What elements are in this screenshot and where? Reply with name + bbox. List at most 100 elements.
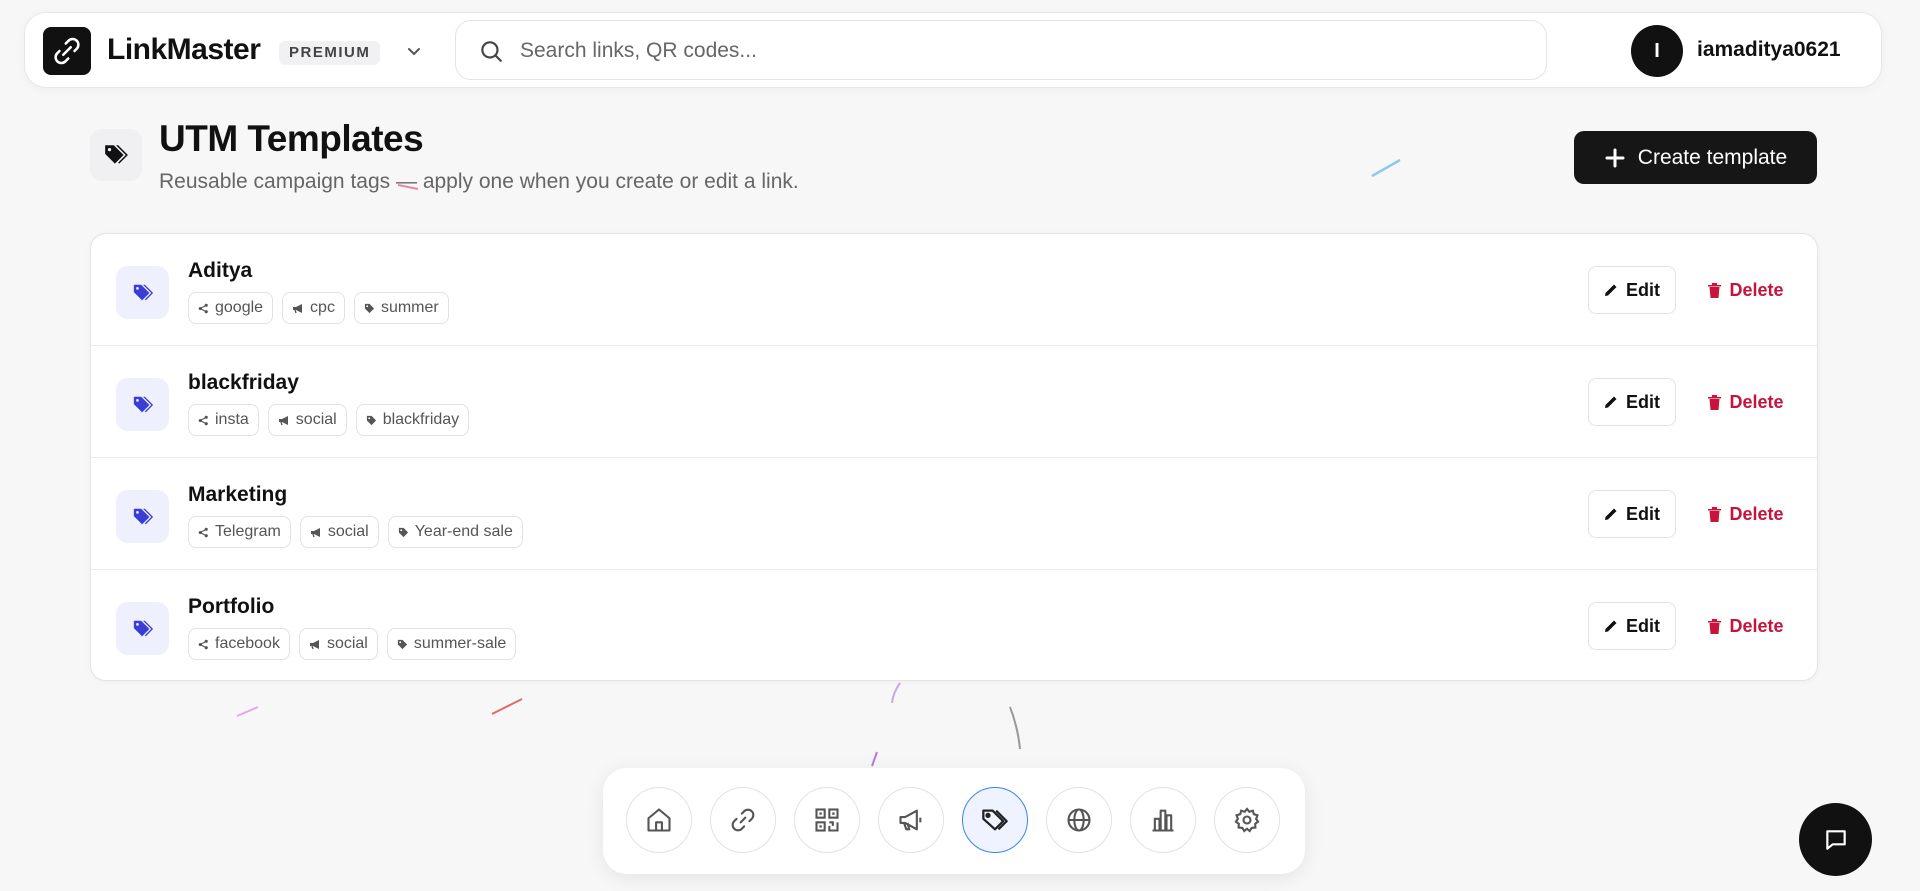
utm-source-chip: google [188,292,274,324]
template-row: blackfriday insta social blackfriday Edi… [91,346,1817,458]
tags-icon [90,129,142,181]
delete-label: Delete [1729,279,1784,300]
dock-utm-templates-button[interactable] [962,787,1028,853]
dock-links-button[interactable] [710,787,776,853]
globe-icon [1067,808,1091,832]
trash-icon [1708,618,1722,634]
edit-label: Edit [1626,503,1660,524]
megaphone-icon [899,809,922,831]
utm-campaign-value: summer-sale [413,635,507,652]
utm-source-chip: facebook [188,628,290,660]
pencil-icon [1605,396,1617,408]
share-icon [198,639,208,649]
template-name: Portfolio [188,595,275,618]
username[interactable]: iamaditya0621 [1697,38,1841,62]
tags-icon [116,378,169,431]
template-row: Portfolio facebook social summer-sale Ed… [91,570,1817,680]
tag-icon [366,415,376,425]
utm-medium-chip: social [299,516,379,548]
home-icon [647,808,671,832]
template-name: Marketing [188,483,288,506]
utm-source-value: facebook [215,635,280,652]
dock-campaigns-button[interactable] [878,787,944,853]
delete-button[interactable]: Delete [1696,490,1796,538]
utm-campaign-chip: summer-sale [386,628,517,660]
delete-button[interactable]: Delete [1696,378,1796,426]
edit-button[interactable]: Edit [1588,602,1676,650]
create-template-button[interactable]: Create template [1574,131,1817,184]
utm-source-chip: Telegram [188,516,291,548]
plus-icon [1605,148,1625,167]
dock-analytics-button[interactable] [1130,787,1196,853]
edit-label: Edit [1626,615,1660,636]
qr-code-icon [815,808,839,832]
utm-medium-chip: social [267,404,347,436]
page-subtitle: Reusable campaign tags — apply one when … [159,170,799,193]
delete-label: Delete [1729,391,1784,412]
utm-source-value: Telegram [215,523,281,540]
utm-campaign-value: summer [380,299,439,316]
template-name: Aditya [188,259,253,282]
utm-source-chip: insta [188,404,259,436]
dock-domains-button[interactable] [1046,787,1112,853]
template-row: Marketing Telegram social Year-end sale … [91,458,1817,570]
share-icon [198,303,208,313]
utm-campaign-chip: blackfriday [355,404,470,436]
tags-icon [116,602,169,655]
page-title: UTM Templates [159,118,424,159]
edit-button[interactable]: Edit [1588,266,1676,314]
utm-campaign-value: Year-end sale [414,523,513,540]
chevron-down-icon[interactable] [407,47,421,57]
utm-campaign-value: blackfriday [382,411,460,428]
delete-label: Delete [1729,615,1784,636]
trash-icon [1708,394,1722,410]
search-input[interactable] [520,31,1520,71]
plan-badge[interactable]: PREMIUM [279,41,381,65]
delete-button[interactable]: Delete [1696,266,1796,314]
share-icon [198,415,208,425]
share-icon [198,527,208,537]
megaphone-icon [293,303,303,313]
megaphone-icon [278,415,288,425]
search-icon [481,41,502,62]
trash-icon [1708,282,1722,298]
bar-chart-icon [1152,809,1174,832]
create-template-label: Create template [1637,145,1788,169]
edit-label: Edit [1626,279,1660,300]
dock-settings-button[interactable] [1214,787,1280,853]
tags-icon [116,490,169,543]
utm-medium-chip: social [298,628,378,660]
bottom-dock [603,768,1305,874]
search-bar[interactable] [455,20,1547,80]
brand-name: LinkMaster [107,33,261,66]
utm-campaign-chip: Year-end sale [387,516,523,548]
edit-button[interactable]: Edit [1588,490,1676,538]
utm-medium-chip: cpc [282,292,345,324]
tag-icon [397,639,407,649]
avatar[interactable]: I [1631,25,1683,77]
link-logo-icon [54,37,80,65]
brand-logo[interactable] [43,27,91,75]
edit-button[interactable]: Edit [1588,378,1676,426]
delete-label: Delete [1729,503,1784,524]
template-list: Aditya google cpc summer Edit Delete bla… [90,233,1818,681]
trash-icon [1708,506,1722,522]
utm-source-value: google [215,299,264,316]
tag-icon [364,303,375,313]
gear-icon [1234,807,1260,833]
edit-label: Edit [1626,391,1660,412]
tags-icon [982,809,1008,831]
utm-medium-value: social [326,635,368,652]
dock-home-button[interactable] [626,787,692,853]
megaphone-icon [310,527,320,537]
chat-button[interactable] [1799,803,1872,876]
tag-icon [398,527,408,537]
pencil-icon [1605,284,1617,296]
utm-medium-value: cpc [310,299,335,316]
utm-medium-value: social [327,523,369,540]
dock-qr-button[interactable] [794,787,860,853]
link-icon [731,808,755,832]
delete-button[interactable]: Delete [1696,602,1796,650]
pencil-icon [1605,508,1617,520]
utm-medium-value: social [295,411,337,428]
